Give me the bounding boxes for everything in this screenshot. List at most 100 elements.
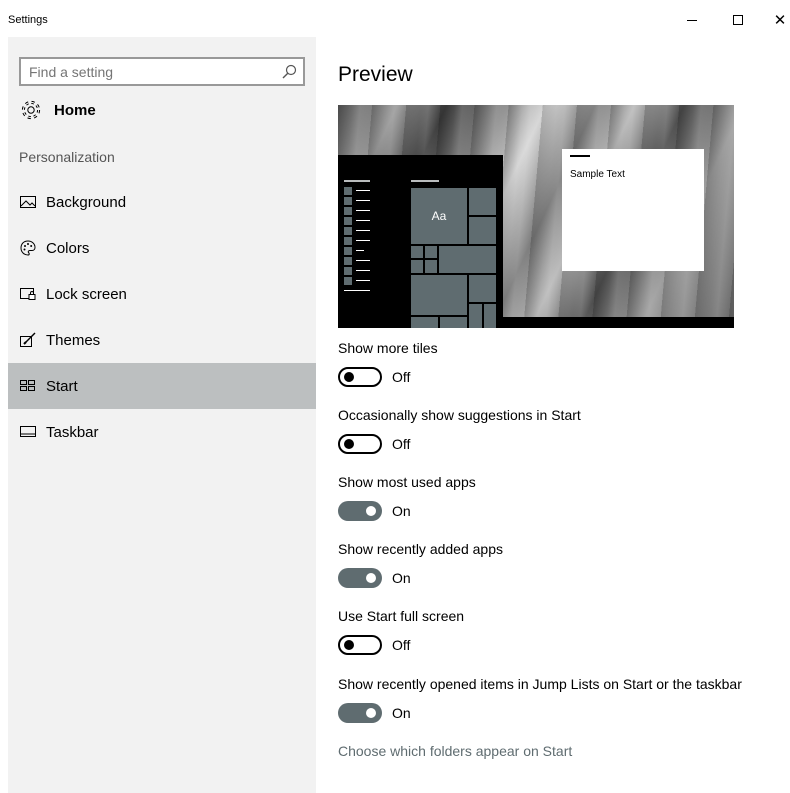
sidebar-item-label: Themes: [46, 331, 101, 349]
maximize-icon: [733, 15, 743, 25]
toggle-switch[interactable]: [338, 367, 382, 387]
preview-app-line: [356, 260, 370, 261]
toggle-switch[interactable]: [338, 568, 382, 588]
preview-tile: [440, 317, 467, 328]
preview-tiles-header: [411, 180, 439, 182]
preview-tile: [469, 304, 482, 328]
toggle-knob: [366, 708, 376, 718]
toggle-state: On: [392, 705, 411, 721]
title-bar: Settings ✕: [0, 0, 790, 37]
minimize-icon: [687, 19, 697, 21]
preview-tile: [469, 275, 496, 302]
setting-show-more-tiles: Show more tiles Off: [338, 340, 438, 387]
preview-app-icon: [344, 217, 352, 225]
start-menu-icon: [20, 378, 36, 394]
preview-app-icon: [344, 277, 352, 285]
sidebar-item-label: Taskbar: [46, 423, 99, 441]
toggle-state: Off: [392, 369, 411, 385]
search-icon[interactable]: [281, 64, 297, 80]
preview-tile: [484, 304, 496, 328]
window-title: Settings: [8, 14, 48, 26]
sidebar-item-start[interactable]: Start: [8, 363, 316, 409]
setting-label: Show most used apps: [338, 474, 476, 490]
setting-jump-lists: Show recently opened items in Jump Lists…: [338, 676, 742, 723]
page-title: Preview: [338, 63, 413, 86]
preview-app-line: [356, 200, 370, 201]
sidebar-item-themes[interactable]: Themes: [8, 317, 316, 363]
palette-icon: [20, 240, 36, 256]
preview-app-line: [356, 190, 370, 191]
preview-tile-text: Aa: [431, 209, 447, 223]
sidebar-item-background[interactable]: Background: [8, 179, 316, 225]
section-heading: Personalization: [19, 149, 115, 165]
choose-folders-link[interactable]: Choose which folders appear on Start: [338, 743, 572, 759]
toggle-row: On: [338, 568, 411, 588]
preview-tile: [469, 188, 496, 215]
preview-app-icon: [344, 227, 352, 235]
toggle-state: Off: [392, 436, 411, 452]
preview-app-icon: [344, 237, 352, 245]
preview-header-line: [344, 180, 370, 182]
toggle-switch[interactable]: [338, 434, 382, 454]
background-image-icon: [20, 194, 36, 210]
start-preview: Aa Sample Text: [338, 105, 734, 328]
toggle-knob: [366, 506, 376, 516]
toggle-switch[interactable]: [338, 703, 382, 723]
preview-tile: [411, 246, 423, 258]
preview-tile-large: Aa: [411, 188, 467, 244]
setting-label: Occasionally show suggestions in Start: [338, 407, 581, 423]
preview-tile: [425, 246, 437, 258]
preview-app-line: [356, 240, 370, 241]
toggle-row: On: [338, 703, 411, 723]
sidebar-item-label: Background: [46, 193, 127, 211]
toggle-switch[interactable]: [338, 501, 382, 521]
toggle-knob: [344, 372, 354, 382]
preview-sample-text: Sample Text: [570, 169, 625, 180]
preview-app-line: [356, 210, 370, 211]
sidebar-item-lock-screen[interactable]: Lock screen: [8, 271, 316, 317]
toggle-knob: [366, 573, 376, 583]
maximize-button[interactable]: [724, 8, 752, 32]
home-link[interactable]: Home: [20, 98, 96, 122]
preview-tile: [439, 246, 496, 273]
preview-app-icon: [344, 247, 352, 255]
preview-tile: [411, 317, 438, 328]
preview-app-line: [356, 280, 370, 281]
preview-app-line: [356, 270, 370, 271]
toggle-switch[interactable]: [338, 635, 382, 655]
preview-app-line: [356, 230, 370, 231]
themes-icon: [20, 332, 36, 348]
setting-label: Use Start full screen: [338, 608, 465, 624]
preview-start-menu: Aa: [338, 155, 503, 328]
setting-most-used-apps: Show most used apps On: [338, 474, 476, 521]
sidebar-item-label: Lock screen: [46, 285, 127, 303]
setting-start-full-screen: Use Start full screen Off: [338, 608, 465, 655]
setting-label: Show more tiles: [338, 340, 438, 356]
preview-app-line: [356, 250, 364, 251]
gear-icon: [21, 100, 41, 120]
sidebar: Home Personalization Background Colors L…: [8, 37, 316, 793]
preview-tile: [425, 260, 437, 273]
preview-app-icon: [344, 207, 352, 215]
preview-app-icon: [344, 197, 352, 205]
preview-app-icon: [344, 267, 352, 275]
lock-screen-icon: [20, 286, 36, 302]
sidebar-item-colors[interactable]: Colors: [8, 225, 316, 271]
preview-tile: [469, 217, 496, 244]
close-icon: ✕: [773, 12, 787, 29]
setting-label: Show recently added apps: [338, 541, 503, 557]
setting-show-suggestions: Occasionally show suggestions in Start O…: [338, 407, 581, 454]
home-label: Home: [54, 101, 96, 119]
toggle-row: On: [338, 501, 411, 521]
preview-app-line: [356, 220, 370, 221]
minimize-button[interactable]: [678, 8, 706, 32]
toggle-knob: [344, 640, 354, 650]
sidebar-item-label: Colors: [46, 239, 90, 257]
preview-window: Sample Text: [562, 149, 704, 271]
search-input[interactable]: [29, 63, 269, 81]
close-button[interactable]: ✕: [766, 8, 790, 32]
preview-app-icon: [344, 187, 352, 195]
sidebar-item-taskbar[interactable]: Taskbar: [8, 409, 316, 455]
search-box[interactable]: [19, 57, 305, 86]
sidebar-item-label: Start: [46, 377, 78, 395]
